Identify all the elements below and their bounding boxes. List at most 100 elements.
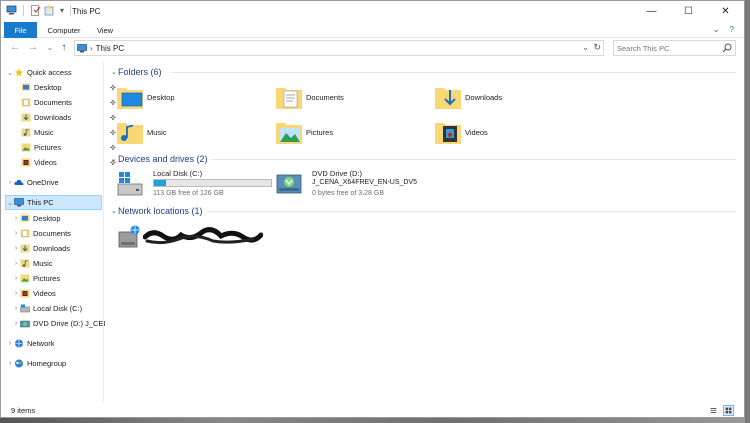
nav-this-pc[interactable]: ⌄ This PC [5, 195, 102, 210]
folder-label: Desktop [147, 92, 175, 102]
desktop-icon [20, 214, 30, 222]
view-switcher [708, 405, 734, 416]
dvd-drive-icon [276, 174, 302, 194]
folder-videos[interactable]: Videos [434, 118, 488, 146]
nav-pc-downloads[interactable]: › Downloads [12, 242, 70, 255]
nav-label: Desktop [34, 83, 62, 92]
nav-quick-access[interactable]: ⌄ Quick access [6, 66, 72, 79]
group-folders[interactable]: ⌄ Folders (6) [111, 65, 741, 79]
group-network-locations[interactable]: ⌄ Network locations (1) [111, 204, 741, 218]
computer-icon[interactable] [6, 5, 17, 16]
nav-label: Homegroup [27, 359, 67, 368]
drive-free-space: 0 bytes free of 3.28 GB [312, 190, 384, 197]
refresh-icon[interactable]: ↻ [593, 42, 601, 53]
drive-volume-label: J_CENA_X64FREV_EN-US_DV5 [312, 179, 418, 186]
tab-view[interactable]: View [91, 22, 119, 38]
toolbar-separator [70, 5, 72, 16]
expand-icon[interactable]: › [6, 360, 14, 367]
address-dropdown-icon[interactable]: ⌄ [582, 43, 589, 52]
search-icon[interactable] [722, 43, 732, 53]
music-icon [20, 259, 30, 268]
close-button[interactable]: ✕ [707, 1, 744, 21]
item-count: 9 items [11, 406, 36, 415]
collapse-icon[interactable]: ⌄ [111, 68, 118, 76]
expand-icon[interactable]: › [12, 260, 20, 267]
nav-pc-videos[interactable]: › Videos [12, 287, 56, 300]
nav-qa-music[interactable]: Music ✜ [21, 126, 116, 139]
drive-local-disk-c[interactable]: Local Disk (C:) 113 GB free of 126 GB [116, 169, 276, 199]
collapse-icon[interactable]: ⌄ [111, 155, 118, 163]
expand-icon[interactable]: › [12, 245, 20, 252]
toolbar-separator [23, 5, 24, 16]
desktop-background-right [745, 0, 750, 423]
folder-pictures[interactable]: Pictures [275, 118, 333, 146]
properties-icon[interactable] [30, 5, 41, 16]
nav-pc-desktop[interactable]: › Desktop [12, 212, 61, 225]
nav-qa-pictures[interactable]: Pictures ✜ [21, 141, 116, 154]
details-view-icon[interactable] [708, 405, 719, 416]
nav-pc-documents[interactable]: › Documents [12, 227, 71, 240]
desktop-icon [21, 83, 31, 91]
breadcrumb-this-pc[interactable]: This PC [96, 44, 124, 53]
breadcrumb-separator[interactable]: › [90, 44, 93, 53]
quick-access-star-icon [14, 68, 24, 77]
nav-pc-local-disk[interactable]: › Local Disk (C:) [12, 302, 82, 315]
nav-qa-downloads[interactable]: Downloads ✜ [21, 111, 116, 124]
expand-icon[interactable]: › [12, 275, 20, 282]
up-button[interactable]: ↑ [58, 41, 70, 55]
expand-icon[interactable]: › [12, 320, 20, 327]
search-input[interactable] [614, 41, 719, 55]
nav-pc-dvd-drive[interactable]: › DVD Drive (D:) J_CEI [12, 317, 106, 330]
maximize-button[interactable]: ☐ [670, 1, 707, 21]
homegroup-icon [15, 359, 23, 368]
tab-computer[interactable]: Computer [45, 22, 83, 38]
nav-homegroup[interactable]: › Homegroup [6, 357, 66, 370]
expand-icon[interactable]: › [12, 290, 20, 297]
network-icon [15, 339, 23, 348]
back-button[interactable]: ← [9, 41, 21, 55]
nav-pc-pictures[interactable]: › Pictures [12, 272, 60, 285]
network-location-item[interactable] [116, 222, 276, 252]
folder-desktop[interactable]: Desktop [116, 83, 175, 111]
content-area: ⌄ Folders (6) Desktop Documents Download… [111, 62, 744, 402]
folder-music[interactable]: Music [116, 118, 167, 146]
nav-qa-desktop[interactable]: Desktop ✜ [21, 81, 116, 94]
collapse-icon[interactable]: ⌄ [6, 199, 14, 207]
nav-label: Pictures [34, 143, 62, 152]
nav-network[interactable]: › Network [6, 337, 55, 350]
collapse-icon[interactable]: ⌄ [111, 207, 118, 215]
desktop-folder-icon [117, 88, 143, 109]
help-icon[interactable]: ? [730, 25, 734, 34]
expand-icon[interactable]: › [6, 340, 14, 347]
nav-pc-music[interactable]: › Music [12, 257, 53, 270]
expand-icon[interactable]: › [12, 305, 20, 312]
expand-icon[interactable]: › [12, 230, 20, 237]
group-divider [171, 72, 736, 73]
downloads-icon [21, 113, 31, 122]
file-explorer-window: ▾ This PC — ☐ ✕ File Computer View ⌄ ? ←… [0, 0, 745, 418]
folder-documents[interactable]: Documents [275, 83, 344, 111]
collapse-icon[interactable]: ⌄ [6, 69, 14, 77]
folder-downloads[interactable]: Downloads [434, 83, 502, 111]
window-title: This PC [72, 7, 101, 16]
new-folder-icon[interactable] [44, 5, 55, 16]
expand-icon[interactable]: › [6, 179, 14, 186]
nav-qa-videos[interactable]: Videos ✜ [21, 156, 116, 169]
nav-qa-documents[interactable]: Documents ✜ [21, 96, 116, 109]
group-title: Network locations (1) [118, 206, 203, 216]
documents-folder-icon [276, 88, 302, 109]
customize-arrow-icon[interactable]: ▾ [60, 6, 64, 15]
minimize-button[interactable]: — [633, 1, 670, 21]
tab-file[interactable]: File [4, 22, 37, 38]
group-title: Folders (6) [118, 67, 162, 77]
nav-onedrive[interactable]: › OneDrive [6, 176, 59, 189]
nav-label: Network [27, 339, 55, 348]
group-devices-and-drives[interactable]: ⌄ Devices and drives (2) [111, 152, 741, 166]
forward-button[interactable]: → [27, 41, 39, 55]
address-bar[interactable]: › This PC ⌄ ↻ [74, 40, 604, 56]
expand-ribbon-icon[interactable]: ⌄ [713, 25, 720, 34]
expand-icon[interactable]: › [12, 215, 20, 222]
drive-dvd-d[interactable]: DVD Drive (D:) J_CENA_X64FREV_EN-US_DV5 … [275, 169, 435, 199]
large-icons-view-icon[interactable] [723, 405, 734, 416]
recent-locations-button[interactable]: ⌄ [44, 41, 56, 55]
